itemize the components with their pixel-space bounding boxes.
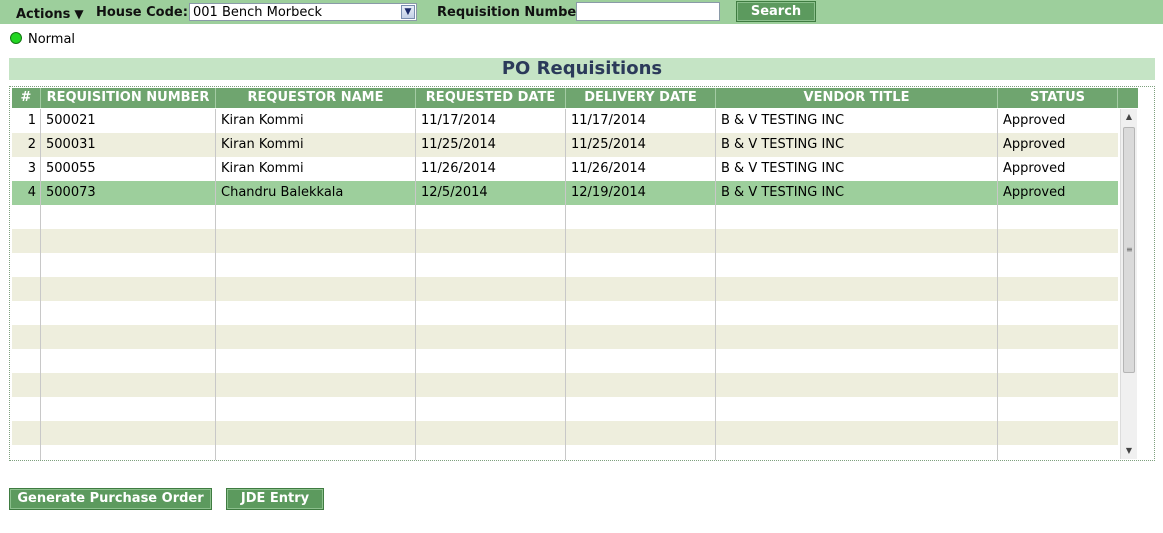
requested-date-cell: 11/17/2014: [416, 109, 566, 133]
empty-row: [12, 277, 1118, 301]
table-row[interactable]: 1 500021 Kiran Kommi 11/17/2014 11/17/20…: [12, 109, 1118, 133]
empty-row: [12, 373, 1118, 397]
page-title: PO Requisitions: [9, 58, 1155, 80]
delivery-date-cell: 11/17/2014: [566, 109, 716, 133]
row-index: 3: [12, 157, 41, 181]
requested-date-cell: 11/26/2014: [416, 157, 566, 181]
requisition-number-label: Requisition Number:: [437, 5, 588, 20]
column-header-requested-date[interactable]: REQUESTED DATE: [416, 88, 566, 108]
column-header-index[interactable]: #: [12, 88, 41, 108]
column-header-status[interactable]: STATUS: [998, 88, 1118, 108]
empty-row: [12, 349, 1118, 373]
scroll-up-arrow-icon[interactable]: ▲: [1121, 109, 1137, 125]
status-dot-icon: [10, 32, 22, 44]
requisition-number-input[interactable]: [576, 2, 720, 21]
delivery-date-cell: 11/25/2014: [566, 133, 716, 157]
requested-date-cell: 11/25/2014: [416, 133, 566, 157]
jde-entry-button[interactable]: JDE Entry: [226, 488, 324, 510]
empty-row: [12, 421, 1118, 445]
status-cell: Approved: [1003, 161, 1066, 176]
empty-row: [12, 229, 1118, 253]
table-row[interactable]: 3 500055 Kiran Kommi 11/26/2014 11/26/20…: [12, 157, 1118, 181]
top-toolbar: Actions ▼ House Code: 001 Bench Morbeck ▼…: [0, 0, 1163, 24]
house-code-select[interactable]: 001 Bench Morbeck ▼: [189, 3, 417, 21]
search-button[interactable]: Search: [736, 1, 816, 22]
requestor-name-cell: Kiran Kommi: [216, 109, 416, 133]
requestor-name-cell: Kiran Kommi: [216, 157, 416, 181]
row-index: 4: [12, 181, 41, 205]
row-index: 2: [12, 133, 41, 157]
empty-row: [12, 445, 1118, 460]
requisition-number-cell: 500031: [41, 133, 216, 157]
grip-icon: ≡: [1126, 245, 1133, 254]
house-code-value: 001 Bench Morbeck: [193, 5, 323, 20]
empty-row: [12, 253, 1118, 277]
status-indicator: Normal: [10, 32, 75, 47]
actions-label: Actions: [16, 7, 71, 22]
column-header-delivery-date[interactable]: DELIVERY DATE: [566, 88, 716, 108]
scrollbar-thumb[interactable]: ≡: [1123, 127, 1135, 373]
scroll-down-arrow-icon[interactable]: ▼: [1121, 443, 1137, 459]
row-index: 1: [12, 109, 41, 133]
empty-row: [12, 205, 1118, 229]
requestor-name-cell: Kiran Kommi: [216, 133, 416, 157]
dropdown-arrow-icon[interactable]: ▼: [401, 5, 415, 19]
requestor-name-cell: Chandru Balekkala: [216, 181, 416, 205]
house-code-label: House Code:: [96, 5, 188, 20]
vendor-title-cell: B & V TESTING INC: [716, 157, 998, 181]
empty-row: [12, 397, 1118, 421]
requisition-number-cell: 500055: [41, 157, 216, 181]
delivery-date-cell: 11/26/2014: [566, 157, 716, 181]
requisition-number-cell: 500073: [41, 181, 216, 205]
caret-down-icon: ▼: [74, 7, 84, 21]
vertical-scrollbar[interactable]: ▲ ≡ ▼: [1120, 109, 1137, 459]
grid-body: 1 500021 Kiran Kommi 11/17/2014 11/17/20…: [12, 109, 1118, 460]
table-row-selected[interactable]: 4 500073 Chandru Balekkala 12/5/2014 12/…: [12, 181, 1118, 205]
column-header-requestor-name[interactable]: REQUESTOR NAME: [216, 88, 416, 108]
actions-menu[interactable]: Actions ▼: [16, 7, 84, 22]
requisition-number-cell: 500021: [41, 109, 216, 133]
grid-header: # REQUISITION NUMBER REQUESTOR NAME REQU…: [12, 88, 1138, 108]
vendor-title-cell: B & V TESTING INC: [716, 133, 998, 157]
status-label: Normal: [28, 32, 76, 47]
status-cell: Approved: [1003, 185, 1066, 200]
empty-row: [12, 325, 1118, 349]
status-cell: Approved: [1003, 113, 1066, 128]
requested-date-cell: 12/5/2014: [416, 181, 566, 205]
column-header-vendor-title[interactable]: VENDOR TITLE: [716, 88, 998, 108]
delivery-date-cell: 12/19/2014: [566, 181, 716, 205]
status-cell: Approved: [1003, 137, 1066, 152]
vendor-title-cell: B & V TESTING INC: [716, 109, 998, 133]
table-row[interactable]: 2 500031 Kiran Kommi 11/25/2014 11/25/20…: [12, 133, 1118, 157]
empty-row: [12, 301, 1118, 325]
generate-purchase-order-button[interactable]: Generate Purchase Order: [9, 488, 212, 510]
vendor-title-cell: B & V TESTING INC: [716, 181, 998, 205]
requisitions-grid: # REQUISITION NUMBER REQUESTOR NAME REQU…: [9, 86, 1155, 461]
column-header-requisition-number[interactable]: REQUISITION NUMBER: [41, 88, 216, 108]
